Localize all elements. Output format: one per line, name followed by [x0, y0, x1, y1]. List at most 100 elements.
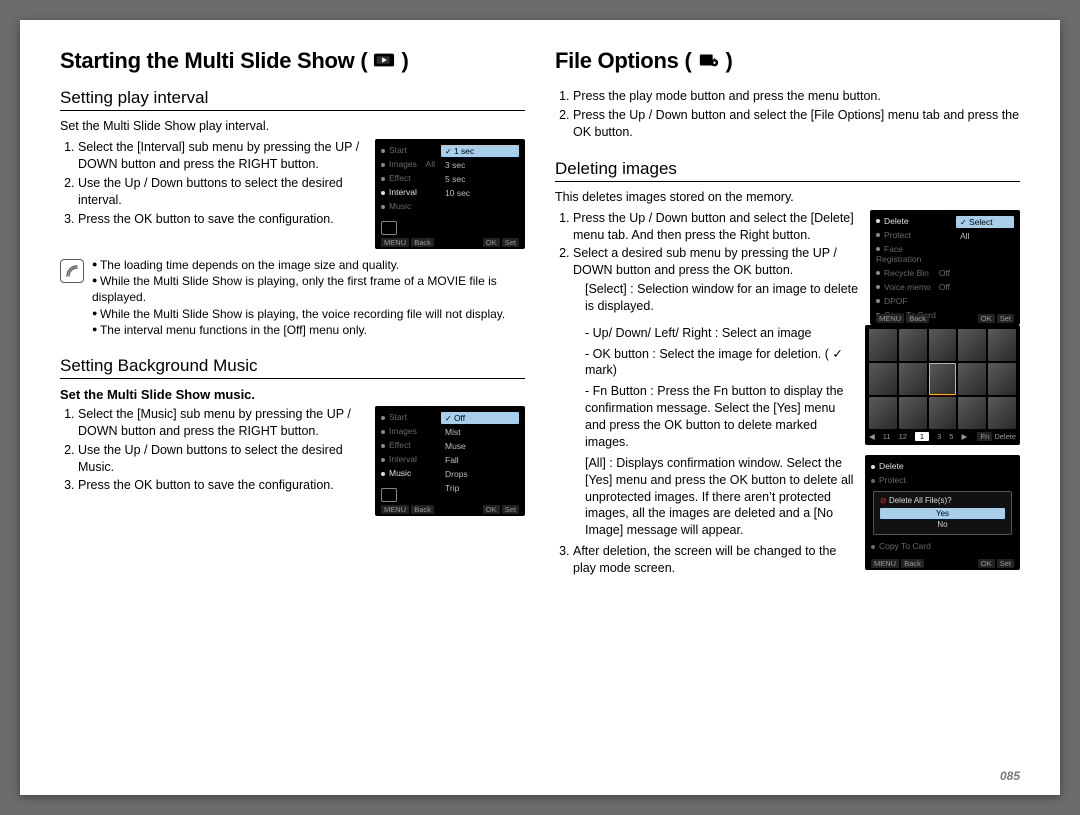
thumbnail [869, 329, 897, 361]
thumbnail [988, 363, 1016, 395]
bgm-text: Select the [Music] sub menu by pressing … [60, 406, 365, 502]
deleting-steps: Press the Up / Down button and select th… [555, 210, 860, 280]
thumb-numbers: ◀ 11 12 1 3 5 ▶ [869, 432, 967, 441]
section-deleting-title: Deleting images [555, 159, 1020, 179]
paren-open: ( [685, 48, 692, 74]
num: 3 [937, 432, 941, 441]
thumbnail-screenshot: ◀ 11 12 1 3 5 ▶ Fn Delete [865, 325, 1020, 445]
foot-label: Back [411, 238, 434, 247]
step: Press the Up / Down button and select th… [573, 107, 1020, 141]
mock-left-list: Delete Protect Face Registration Recycle… [876, 216, 950, 311]
deleting-text-3: [All] : Displays confirmation window. Se… [555, 455, 855, 585]
mode-icon [381, 221, 397, 235]
thumb-actions: Fn Delete [977, 432, 1016, 441]
option: Muse [441, 440, 519, 452]
foot-label: Set [502, 238, 519, 247]
menu-item: Voice memoOff [876, 282, 950, 292]
section-play-interval-title: Setting play interval [60, 88, 525, 108]
bgm-subhead: Set the Multi Slide Show music. [60, 387, 525, 402]
foot-key: MENU [876, 314, 904, 323]
menu-item: Start [381, 145, 435, 155]
file-options-icon [698, 48, 720, 74]
menu-item: Effect [381, 440, 435, 450]
menu-item: Face Registration [876, 244, 950, 264]
right-heading-text: File Options [555, 48, 679, 74]
option: Fall [441, 454, 519, 466]
paren-open: ( [360, 48, 367, 74]
foot-label: Back [906, 314, 929, 323]
deleting-row-3: [All] : Displays confirmation window. Se… [555, 455, 1020, 585]
foot-key: MENU [381, 238, 409, 247]
foot-key: MENU [871, 559, 899, 568]
option: Mist [441, 426, 519, 438]
thumbnail [899, 397, 927, 429]
delete-menu-mock: Delete Protect Face Registration Recycle… [870, 210, 1020, 325]
select-sub-3: - Fn Button : Press the Fn button to dis… [555, 383, 855, 451]
confirm-dialog-mock: Delete Protect Delete All File(s)? Yes N… [865, 455, 1020, 570]
left-column: Starting the Multi Slide Show ( ) Settin… [60, 48, 525, 775]
play-interval-steps: Select the [Interval] sub menu by pressi… [60, 139, 365, 227]
foot-key: OK [483, 505, 500, 514]
option-selected: 1 sec [441, 145, 519, 157]
menu-item: Start [381, 412, 435, 422]
bgm-row: Select the [Music] sub menu by pressing … [60, 406, 525, 516]
thumbnail [958, 397, 986, 429]
thumbnail-mock: ◀ 11 12 1 3 5 ▶ Fn Delete [865, 325, 1020, 445]
music-menu-mock: Start Images Effect Interval Music Off M… [375, 406, 525, 516]
mock-left-list: Start ImagesAll Effect Interval Music [381, 145, 435, 235]
dialog-no-button: No [880, 519, 1005, 530]
option: Drops [441, 468, 519, 480]
select-sub-1: - Up/ Down/ Left/ Right : Select an imag… [555, 325, 855, 342]
select-sub-2: - OK button : Select the image for delet… [555, 346, 855, 380]
step: Use the Up / Down buttons to select the … [78, 175, 365, 209]
menu-item-active: Music [381, 468, 435, 478]
mock-footer: MENU Back OK Set [871, 559, 1014, 568]
foot-label: Set [502, 505, 519, 514]
num-current: 1 [915, 432, 929, 441]
menu-item: Protect [876, 230, 950, 240]
menu-item: Effect [381, 173, 435, 183]
option: 3 sec [441, 159, 519, 171]
num: 12 [899, 432, 907, 441]
foot-label: Back [901, 559, 924, 568]
mock-footer: MENU Back OK Set [876, 314, 1014, 323]
slideshow-icon [373, 48, 395, 74]
note-icon [60, 259, 84, 283]
confirm-dialog-screenshot: Delete Protect Delete All File(s)? Yes N… [865, 455, 1020, 570]
select-label: [Select] : Selection window for an image… [555, 281, 860, 315]
foot-key: OK [483, 238, 500, 247]
menu-item: Protect [871, 475, 1014, 485]
mock-right-list: Select All [956, 216, 1014, 311]
paren-close: ) [401, 48, 408, 74]
thumbnail [899, 363, 927, 395]
step: Select a desired sub menu by pressing th… [573, 245, 860, 279]
mock-right-list: Off Mist Muse Fall Drops Trip [441, 412, 519, 502]
note-box: The loading time depends on the image si… [60, 257, 525, 338]
foot-label: Set [997, 559, 1014, 568]
play-interval-text: Select the [Interval] sub menu by pressi… [60, 139, 365, 235]
foot-key: OK [978, 559, 995, 568]
step: Press the OK button to save the configur… [78, 211, 365, 228]
menu-item-active: Delete [871, 461, 1014, 471]
mock-footer: MENU Back OK Set [381, 238, 519, 247]
play-interval-screenshot: Start ImagesAll Effect Interval Music 1 … [375, 139, 525, 249]
deleting-intro: This deletes images stored on the memory… [555, 190, 1020, 204]
foot-key: Fn [977, 432, 992, 441]
left-heading-text: Starting the Multi Slide Show [60, 48, 354, 74]
foot-key: OK [978, 314, 995, 323]
thumbnail [929, 397, 957, 429]
option-selected: Off [441, 412, 519, 424]
step: Select the [Music] sub menu by pressing … [78, 406, 365, 440]
dialog-side-items: Delete Protect [871, 461, 1014, 485]
step: After deletion, the screen will be chang… [573, 543, 855, 577]
play-interval-row: Select the [Interval] sub menu by pressi… [60, 139, 525, 249]
menu-item: Recycle BinOff [876, 268, 950, 278]
page-number: 085 [1000, 769, 1020, 783]
foot-key: MENU [381, 505, 409, 514]
deleting-row-1: Press the Up / Down button and select th… [555, 210, 1020, 325]
note-list: The loading time depends on the image si… [92, 257, 525, 338]
deleting-text-1: Press the Up / Down button and select th… [555, 210, 860, 319]
divider [60, 378, 525, 379]
num: 5 [949, 432, 953, 441]
manual-page: Starting the Multi Slide Show ( ) Settin… [20, 20, 1060, 795]
